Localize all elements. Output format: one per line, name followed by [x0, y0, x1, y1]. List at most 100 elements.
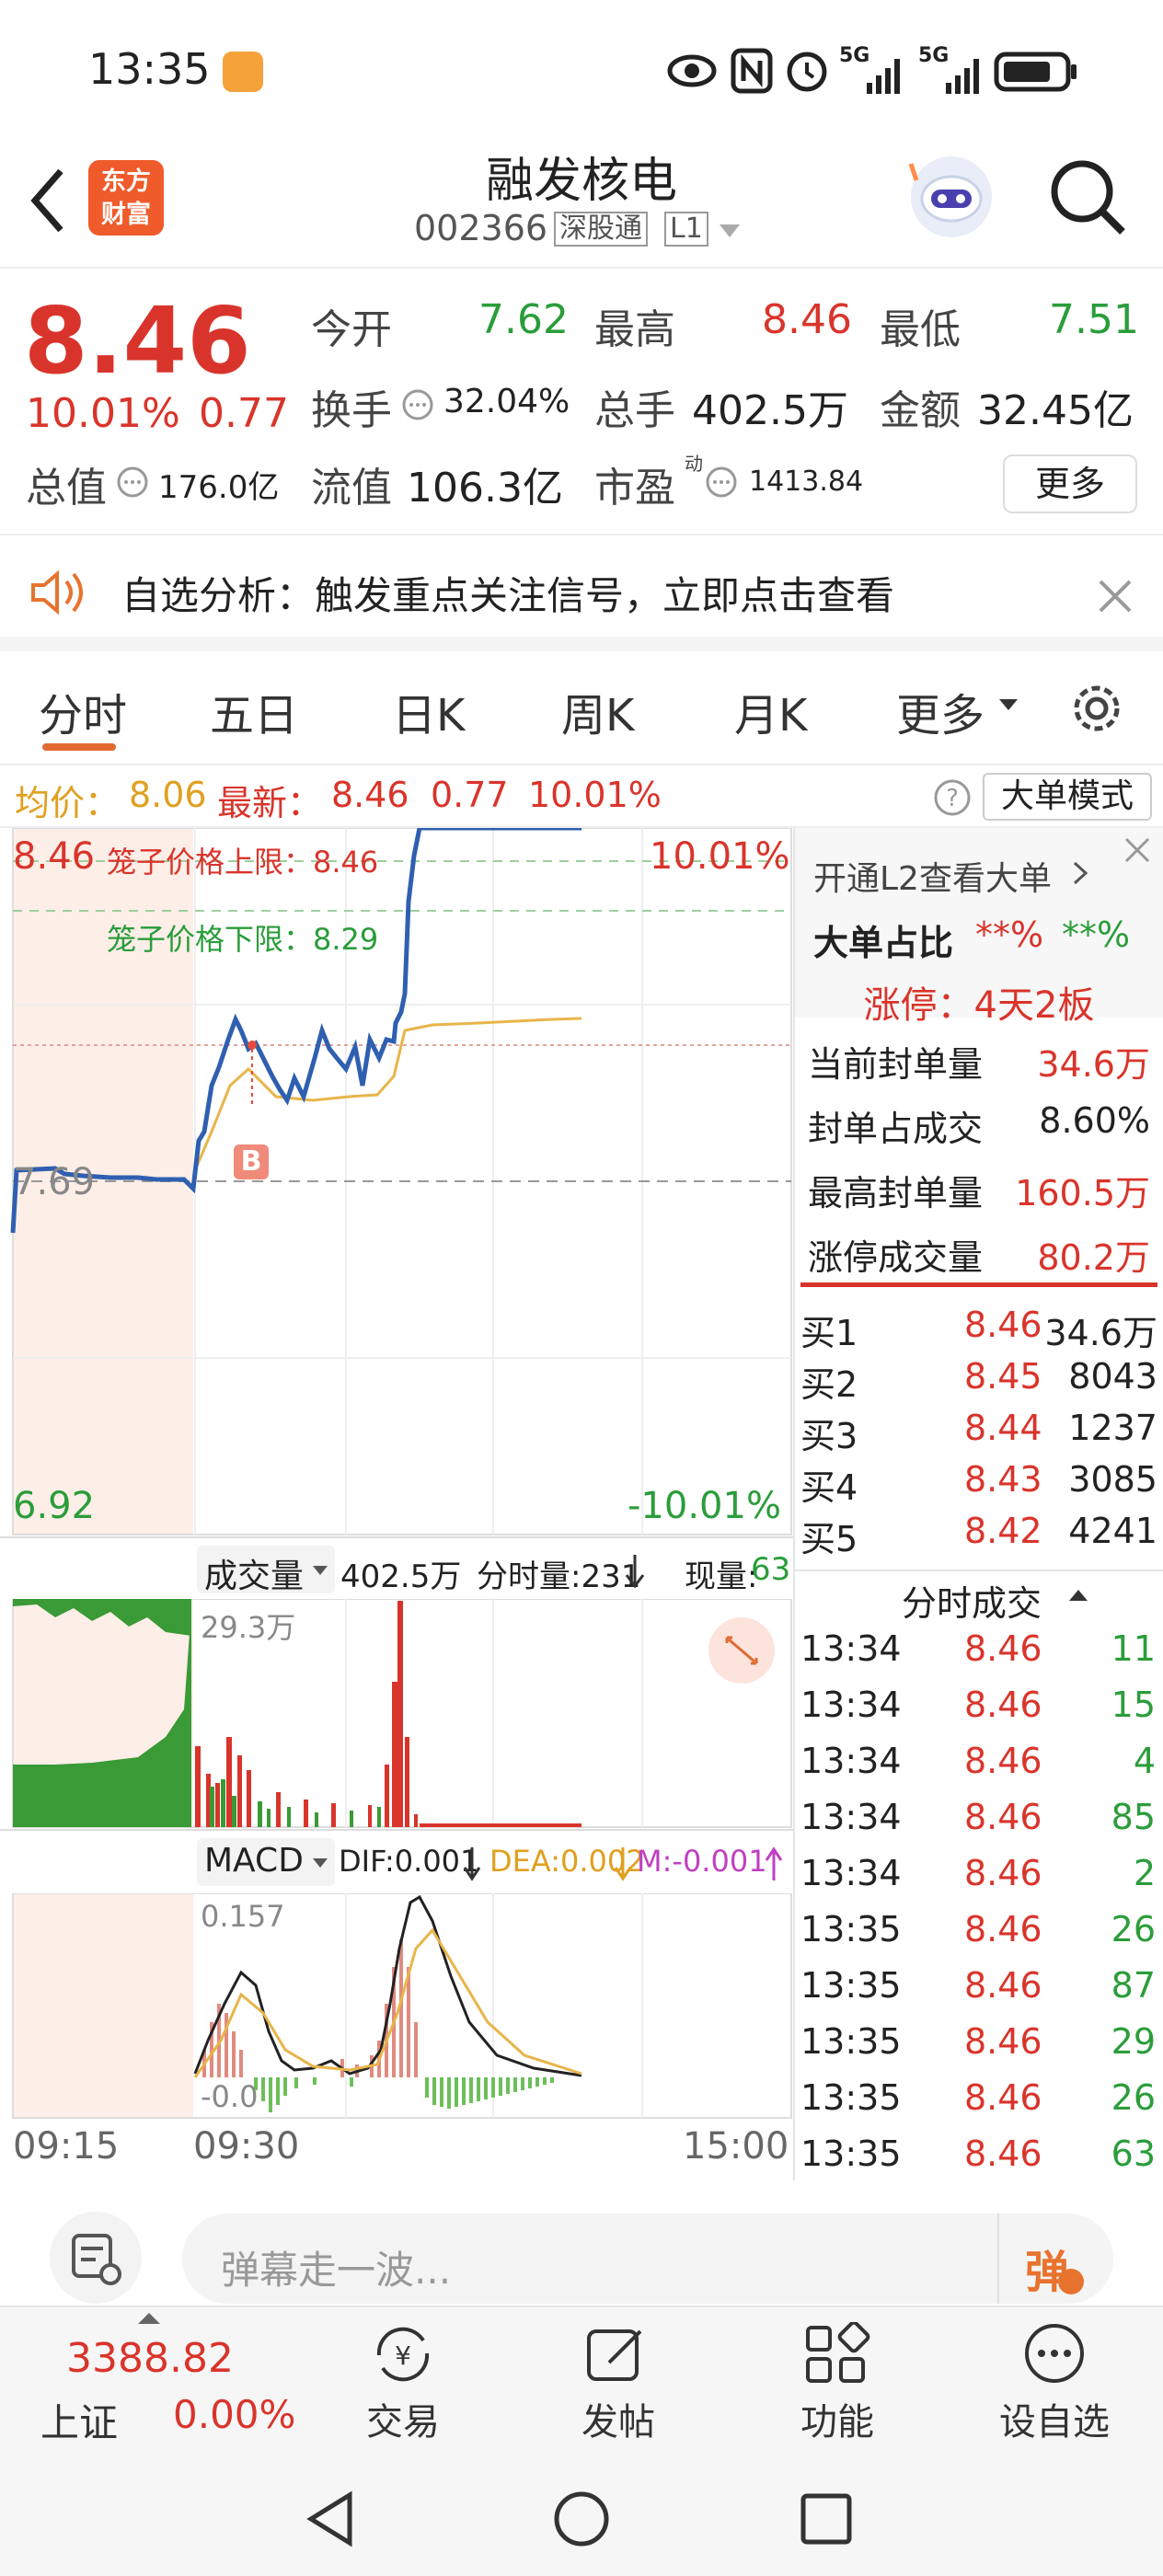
tick-time: 13:34: [800, 1685, 902, 1725]
change-pct: 10.01%: [26, 390, 180, 437]
high-value: 8.46: [762, 296, 852, 343]
bid-level-label: 买5: [800, 1519, 858, 1559]
home-circle-icon[interactable]: [552, 2490, 611, 2548]
note-settings-icon[interactable]: [48, 2210, 144, 2306]
trade-yen-icon[interactable]: ¥: [366, 2322, 440, 2386]
tick-time: 13:34: [800, 1628, 902, 1669]
signal-icon-1: [867, 59, 900, 94]
tick-price: 8.46: [964, 1909, 1042, 1949]
nav-feature[interactable]: 功能: [754, 2392, 920, 2445]
index-value[interactable]: 3388.82: [66, 2335, 234, 2382]
l2-link[interactable]: 开通L2查看大单: [813, 852, 1052, 900]
search-icon[interactable]: [1049, 158, 1128, 237]
volume-chart[interactable]: [0, 1599, 793, 1829]
status-time: 13:35: [88, 44, 211, 94]
brand-logo[interactable]: 东方 财富: [88, 160, 164, 236]
feature-grid-icon[interactable]: [802, 2322, 872, 2386]
tick-price: 8.46: [964, 1628, 1042, 1669]
tick-volume: 2: [1133, 1853, 1156, 1893]
mcap-value: 176.0亿: [158, 469, 280, 506]
turnover-label: 换手: [311, 387, 392, 434]
danmu-badge-icon: [1058, 2269, 1084, 2294]
tab-day-k[interactable]: 日K: [392, 679, 465, 743]
tab-intraday[interactable]: 分时: [39, 679, 127, 743]
tab-five-day[interactable]: 五日: [210, 679, 298, 743]
volume-label: 成交量: [204, 1558, 305, 1595]
back-icon[interactable]: [24, 164, 70, 237]
close-icon[interactable]: [1121, 834, 1154, 867]
tick-price: 8.46: [964, 1685, 1042, 1725]
stat-value: 8.60%: [1039, 1100, 1150, 1141]
time-end: 15:00: [683, 2125, 789, 2168]
svg-text:?: ?: [946, 785, 959, 812]
macd-chart[interactable]: [0, 1893, 793, 2120]
battery-icon: [994, 52, 1077, 92]
tick-volume: 87: [1111, 1965, 1156, 2006]
ticks-title[interactable]: 分时成交: [902, 1575, 1042, 1626]
low-label: 最低: [880, 306, 961, 353]
nav-post[interactable]: 发帖: [535, 2392, 701, 2445]
cage-lower-label: 笼子价格下限：8.29: [107, 922, 379, 957]
tag-sgt: 深股通: [554, 212, 648, 247]
volume-value: 402.5万: [692, 387, 848, 434]
bid-volume: 1237: [1068, 1408, 1157, 1448]
recents-square-icon[interactable]: [799, 2491, 854, 2547]
stat-label: 最高封单量: [808, 1173, 984, 1213]
more-button[interactable]: 更多: [1003, 454, 1137, 513]
close-icon[interactable]: [1097, 578, 1134, 615]
pe-sup: 动: [685, 453, 703, 475]
nav-add-watchlist[interactable]: 设自选: [972, 2392, 1137, 2445]
brand-line1: 东方: [101, 167, 151, 196]
big-ratio-2: **%: [1062, 914, 1131, 955]
limit-up-streak: 涨停：4天2板: [863, 984, 1095, 1027]
macd-header: MACD DIF:0.001 DEA:0.002 M:-0.001: [0, 1829, 793, 1893]
info-icon[interactable]: [116, 466, 149, 499]
tick-volume: 26: [1111, 1909, 1156, 1949]
big-ratio-1: **%: [975, 914, 1044, 955]
big-ratio-label: 大单占比: [813, 923, 954, 963]
index-pct[interactable]: 0.00%: [173, 2392, 295, 2437]
tab-more[interactable]: 更多: [896, 679, 985, 743]
buy-marker[interactable]: B: [234, 1144, 269, 1179]
current-price: 8.46: [24, 287, 251, 395]
latest-change: 0.77: [431, 775, 509, 815]
arrow-down-icon: [625, 1555, 645, 1589]
comment-bar: 弹幕走一波... 弹: [0, 2180, 1163, 2306]
bid-volume: 34.6万: [1044, 1313, 1157, 1353]
nav-trade[interactable]: 交易: [320, 2392, 486, 2445]
bid-volume: 8043: [1068, 1356, 1157, 1397]
post-edit-icon[interactable]: [583, 2322, 653, 2386]
macd-label: MACD: [204, 1842, 304, 1880]
settings-gear-icon[interactable]: [1065, 677, 1128, 740]
chevron-down-icon: [313, 1858, 328, 1868]
open-label: 今开: [311, 306, 392, 353]
float-value: 106.3亿: [407, 465, 563, 512]
help-icon[interactable]: ?: [933, 778, 972, 817]
tick-price: 8.46: [964, 2133, 1042, 2174]
divider: [800, 1282, 1157, 1287]
big-order-mode-button[interactable]: 大单模式: [983, 773, 1152, 821]
tab-week-k[interactable]: 周K: [561, 679, 634, 743]
tick-volume: 63: [1111, 2133, 1156, 2174]
bid-price: 8.42: [964, 1511, 1042, 1551]
tab-month-k[interactable]: 月K: [734, 679, 807, 743]
info-icon[interactable]: [401, 388, 434, 421]
tick-time: 13:35: [800, 1965, 902, 2006]
stat-label: 涨停成交量: [808, 1237, 984, 1278]
back-triangle-icon[interactable]: [304, 2490, 359, 2548]
analysis-alert[interactable]: 自选分析：触发重点关注信号，立即点击查看: [0, 535, 1163, 651]
cage-upper-label: 笼子价格上限：8.46: [107, 845, 379, 880]
chevron-down-icon: [313, 1566, 328, 1575]
high-label: 最高: [594, 306, 675, 353]
alert-text: 自选分析：触发重点关注信号，立即点击查看: [121, 573, 895, 618]
bid-volume: 4241: [1068, 1511, 1157, 1551]
volume-total: 402.5万: [340, 1558, 462, 1595]
tick-volume: 26: [1111, 2077, 1156, 2118]
dropdown-icon[interactable]: [718, 223, 742, 239]
more-dots-icon[interactable]: [1019, 2322, 1089, 2386]
info-icon[interactable]: [705, 466, 738, 499]
bid-level-label: 买3: [800, 1416, 858, 1456]
robot-avatar-icon[interactable]: [907, 153, 996, 241]
side-panel: 开通L2查看大单 大单占比 **% **% 涨停：4天2板 当前封单量 34.6万…: [793, 828, 1163, 2180]
index-name[interactable]: 上证: [40, 2392, 118, 2448]
